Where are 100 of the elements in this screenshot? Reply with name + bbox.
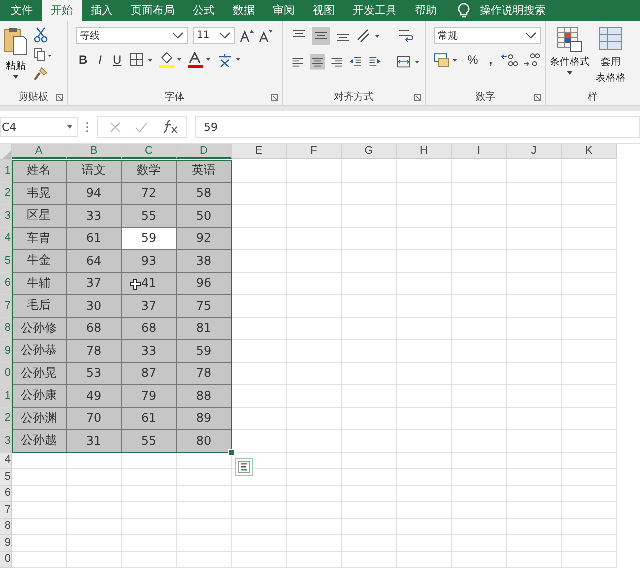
column-header[interactable]: E <box>232 144 287 159</box>
empty-cell <box>452 469 507 486</box>
check-icon[interactable] <box>135 122 148 132</box>
phonetic-icon[interactable] <box>216 52 243 68</box>
orientation-icon[interactable] <box>356 28 382 44</box>
dialog-launcher-icon[interactable] <box>534 94 541 101</box>
ribbon-tab[interactable]: 公式 <box>184 0 224 21</box>
row-header[interactable]: 5 <box>0 250 12 272</box>
dialog-launcher-icon[interactable] <box>56 94 63 101</box>
currency-icon[interactable] <box>434 52 460 68</box>
table-cell: 61 <box>122 408 177 430</box>
formula-input[interactable]: 59 <box>195 116 640 138</box>
comma-button[interactable]: , <box>486 53 496 67</box>
column-header[interactable]: J <box>507 144 562 159</box>
underline-button[interactable]: U <box>110 53 125 67</box>
paste-button[interactable]: 粘贴 <box>6 59 26 73</box>
copy-icon[interactable] <box>34 48 52 62</box>
column-header[interactable]: K <box>562 144 617 159</box>
conditional-format-button[interactable]: 条件格式 <box>550 55 590 69</box>
row-header[interactable]: 0 <box>0 552 12 568</box>
group-label: 对齐方式 <box>334 90 374 104</box>
format-painter-icon[interactable] <box>34 67 48 81</box>
ribbon-tab[interactable]: 文件 <box>2 0 42 21</box>
format-as-table-label[interactable]: 套用 <box>601 55 621 69</box>
row-header[interactable]: 3 <box>0 430 12 452</box>
empty-cell <box>342 502 397 518</box>
ribbon-tab[interactable]: 数据 <box>224 0 264 21</box>
merge-center-icon[interactable] <box>396 54 421 70</box>
ribbon-tab[interactable]: 页面布局 <box>122 0 184 21</box>
caret-icon[interactable] <box>567 71 573 75</box>
row-header[interactable]: 0 <box>0 362 12 385</box>
fill-handle[interactable] <box>228 448 235 456</box>
column-header[interactable]: C <box>122 144 177 159</box>
row-header[interactable]: 6 <box>0 272 12 295</box>
fill-color-icon[interactable] <box>158 52 183 68</box>
search-hint[interactable]: 操作说明搜索 <box>480 3 546 18</box>
row-header[interactable]: 5 <box>0 469 12 486</box>
ribbon-tab[interactable]: 开发工具 <box>344 0 406 21</box>
caret-icon[interactable] <box>13 75 19 79</box>
font-name-field[interactable]: 等线 <box>76 27 188 44</box>
quick-analysis-button[interactable] <box>235 458 253 476</box>
font-size-field[interactable]: 11 <box>193 27 235 44</box>
percent-button[interactable]: % <box>464 53 482 67</box>
grow-font-icon[interactable] <box>240 28 254 42</box>
ribbon-tab[interactable]: 视图 <box>304 0 344 21</box>
align-middle-icon[interactable] <box>312 27 330 45</box>
table-cell: 79 <box>122 385 177 408</box>
table-cell: 72 <box>122 182 177 205</box>
column-header[interactable]: H <box>397 144 452 159</box>
chevron-down-icon[interactable] <box>219 32 231 39</box>
number-format-field[interactable]: 常规 <box>434 27 541 44</box>
empty-cell <box>507 362 562 385</box>
column-header[interactable]: F <box>287 144 342 159</box>
dialog-launcher-icon[interactable] <box>271 94 278 101</box>
empty-cell <box>287 452 342 469</box>
row-header[interactable]: 1 <box>0 160 12 182</box>
row-header[interactable]: 7 <box>0 502 12 518</box>
row-header[interactable]: 7 <box>0 295 12 318</box>
font-color-icon[interactable] <box>188 52 212 68</box>
row-header[interactable]: 2 <box>0 182 12 205</box>
empty-cell <box>397 205 452 228</box>
decrease-decimal-icon[interactable] <box>523 52 541 68</box>
borders-icon[interactable] <box>130 53 154 67</box>
table-cell: 公孙晃 <box>12 362 67 385</box>
row-header[interactable]: 1 <box>0 385 12 408</box>
column-header[interactable]: B <box>67 144 122 159</box>
empty-cell <box>452 408 507 430</box>
ribbon-tab[interactable]: 开始 <box>42 0 82 21</box>
column-header[interactable]: A <box>12 144 67 159</box>
row-header[interactable]: 4 <box>0 228 12 250</box>
bold-button[interactable]: B <box>76 53 91 67</box>
ribbon-tab[interactable]: 审阅 <box>264 0 304 21</box>
chevron-down-icon[interactable] <box>172 32 184 39</box>
empty-cell <box>507 228 562 250</box>
row-header[interactable]: 8 <box>0 518 12 535</box>
empty-cell <box>397 295 452 318</box>
row-header[interactable]: 9 <box>0 535 12 552</box>
caret-icon[interactable] <box>67 125 73 129</box>
row-header[interactable]: 6 <box>0 486 12 502</box>
scissors-icon[interactable] <box>34 27 48 43</box>
increase-decimal-icon[interactable] <box>500 52 518 68</box>
chevron-down-icon[interactable] <box>525 32 537 39</box>
function-icon[interactable] <box>162 120 178 134</box>
dialog-launcher-icon[interactable] <box>414 94 421 101</box>
row-header[interactable]: 9 <box>0 340 12 362</box>
ribbon-tab[interactable]: 插入 <box>82 0 122 21</box>
format-as-table-label[interactable]: 表格格 <box>596 71 626 85</box>
name-box[interactable]: C4 <box>0 117 78 137</box>
row-header[interactable]: 2 <box>0 408 12 430</box>
align-center-icon[interactable] <box>310 53 326 71</box>
row-header[interactable]: 8 <box>0 318 12 340</box>
row-header[interactable]: 4 <box>0 452 12 469</box>
row-header[interactable]: 3 <box>0 205 12 228</box>
ribbon-tab[interactable]: 帮助 <box>406 0 446 21</box>
shrink-font-icon[interactable] <box>259 28 273 42</box>
italic-button[interactable]: I <box>96 53 106 67</box>
column-header[interactable]: I <box>452 144 507 159</box>
column-header[interactable]: G <box>342 144 397 159</box>
column-header[interactable]: D <box>177 144 232 159</box>
empty-cell <box>562 502 617 518</box>
